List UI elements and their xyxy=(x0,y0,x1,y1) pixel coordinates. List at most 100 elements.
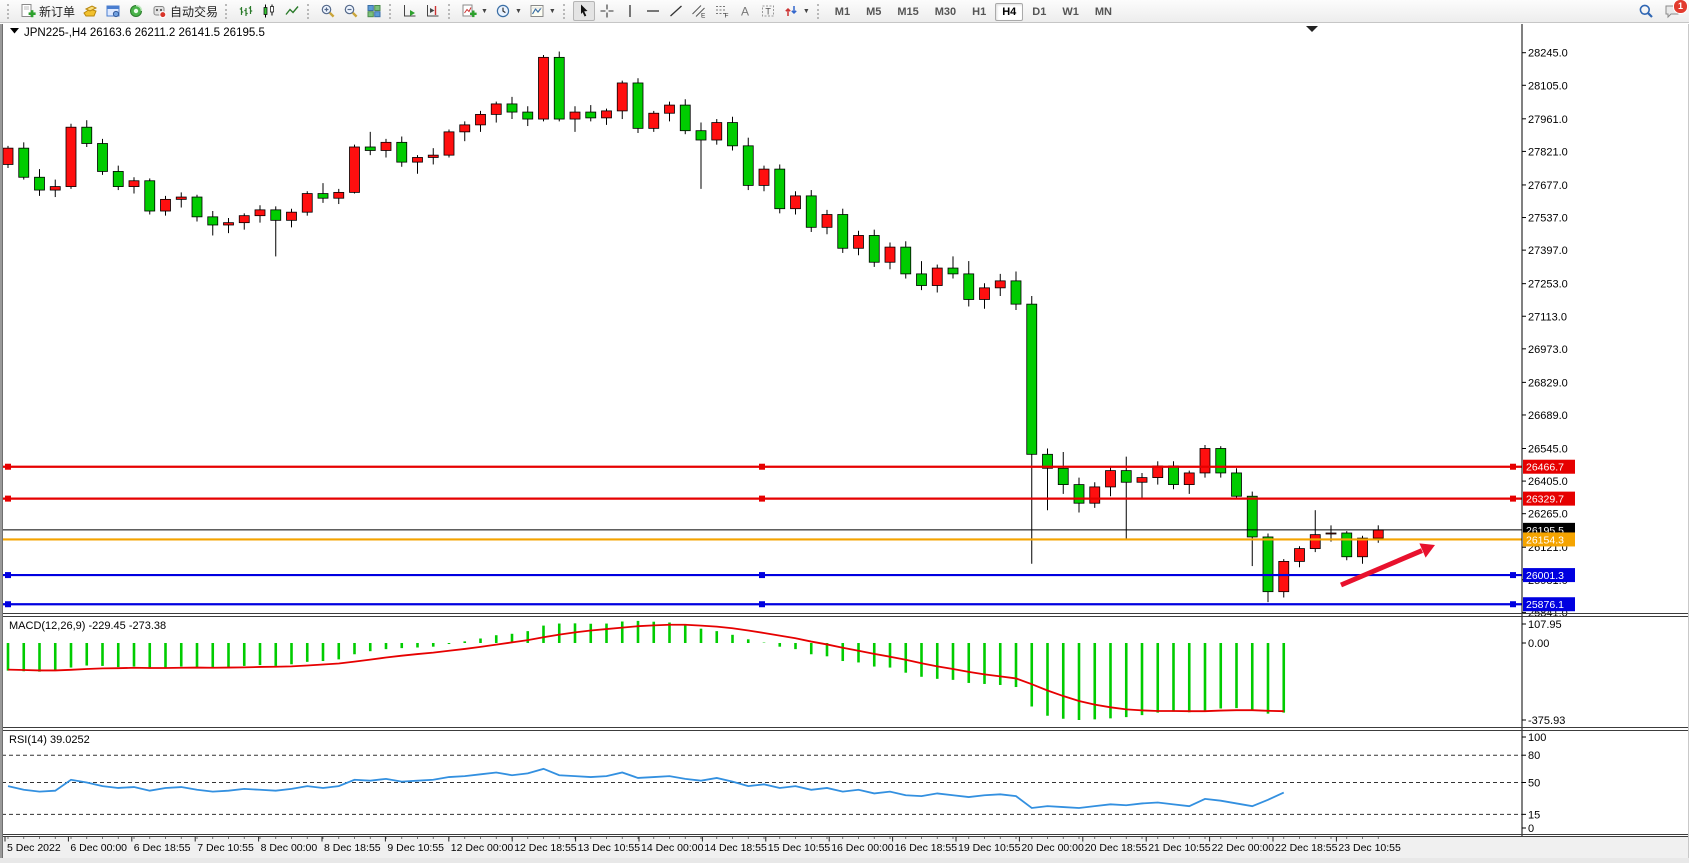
zoom-out-button[interactable] xyxy=(340,1,362,21)
svg-text:F: F xyxy=(724,13,728,20)
tile-windows-icon xyxy=(366,3,382,19)
line-handle[interactable] xyxy=(1510,601,1516,607)
symbol-ohlc-title: JPN225-,H4 26163.6 26211.2 26141.5 26195… xyxy=(24,27,265,39)
data-window-button[interactable] xyxy=(102,1,124,21)
dropdown-caret: ▼ xyxy=(549,8,556,15)
autotrading-button[interactable]: 自动交易 xyxy=(148,1,221,21)
timeframe-button-M15[interactable]: M15 xyxy=(890,3,925,21)
zoom-in-icon xyxy=(320,3,336,19)
candlestick-chart-button[interactable] xyxy=(258,1,280,21)
price-axis-label: 27961.0 xyxy=(1528,114,1568,126)
timeframe-button-M1[interactable]: M1 xyxy=(828,3,857,21)
notification-badge: 1 xyxy=(1673,0,1688,14)
macd-axis-label: 0.00 xyxy=(1528,638,1549,650)
time-axis-label: 6 Dec 00:00 xyxy=(70,842,127,854)
chat-button[interactable]: 1 xyxy=(1661,1,1683,21)
cursor-button[interactable] xyxy=(573,1,595,21)
auto-scroll-icon xyxy=(402,3,418,19)
bar-chart-button[interactable] xyxy=(235,1,257,21)
line-handle[interactable] xyxy=(759,572,765,578)
templates-button[interactable]: ▼ xyxy=(526,1,559,21)
new-order-button[interactable]: 新订单 xyxy=(17,1,78,21)
macd-axis-label: -375.93 xyxy=(1528,715,1565,727)
time-axis-label: 12 Dec 00:00 xyxy=(451,842,514,854)
text-label-button[interactable]: T xyxy=(757,1,779,21)
periods-button[interactable]: ▼ xyxy=(492,1,525,21)
price-axis-label: 27537.0 xyxy=(1528,213,1568,225)
search-icon xyxy=(1638,3,1654,19)
search-button[interactable] xyxy=(1635,1,1657,21)
time-axis-label: 19 Dec 10:55 xyxy=(958,842,1021,854)
timeframe-button-M30[interactable]: M30 xyxy=(928,3,963,21)
line-handle[interactable] xyxy=(1510,572,1516,578)
zoom-in-button[interactable] xyxy=(317,1,339,21)
chart-shift-button[interactable] xyxy=(422,1,444,21)
fibonacci-button[interactable]: F xyxy=(711,1,733,21)
indicators-button[interactable]: ▼ xyxy=(458,1,491,21)
zoom-out-icon xyxy=(343,3,359,19)
rsi-axis-label: 50 xyxy=(1528,778,1540,790)
svg-text:E: E xyxy=(701,13,706,20)
time-axis-label: 13 Dec 10:55 xyxy=(578,842,641,854)
vertical-line-button[interactable] xyxy=(619,1,641,21)
arrows-button[interactable]: ▼ xyxy=(780,1,813,21)
crosshair-button[interactable] xyxy=(596,1,618,21)
horizontal-line-button[interactable] xyxy=(642,1,664,21)
navigator-button[interactable] xyxy=(125,1,147,21)
horizontal-line-icon xyxy=(645,3,661,19)
equidistant-channel-button[interactable]: E xyxy=(688,1,710,21)
arrows-icon xyxy=(783,3,799,19)
line-chart-icon xyxy=(284,3,300,19)
time-axis-label: 23 Dec 10:55 xyxy=(1338,842,1401,854)
mt4-application: 新订单 自动交易 xyxy=(0,0,1689,858)
timeframe-button-D1[interactable]: D1 xyxy=(1025,3,1053,21)
time-axis-label: 8 Dec 00:00 xyxy=(261,842,318,854)
tile-windows-button[interactable] xyxy=(363,1,385,21)
toolbar-right-group: 1 xyxy=(1635,1,1685,21)
navigator-icon xyxy=(128,3,144,19)
line-handle[interactable] xyxy=(5,572,11,578)
new-order-icon xyxy=(20,3,36,19)
line-handle[interactable] xyxy=(759,464,765,470)
time-axis-label: 15 Dec 10:55 xyxy=(768,842,831,854)
timeframe-button-H4[interactable]: H4 xyxy=(995,3,1023,21)
time-axis-label: 20 Dec 18:55 xyxy=(1085,842,1148,854)
timeframe-button-W1[interactable]: W1 xyxy=(1055,3,1086,21)
timeframe-button-H1[interactable]: H1 xyxy=(965,3,993,21)
time-axis-label: 14 Dec 00:00 xyxy=(641,842,704,854)
timeframe-button-MN[interactable]: MN xyxy=(1088,3,1119,21)
line-handle[interactable] xyxy=(1510,464,1516,470)
price-axis-label: 28245.0 xyxy=(1528,48,1568,60)
rsi-axis-label: 100 xyxy=(1528,732,1546,744)
line-handle[interactable] xyxy=(5,464,11,470)
svg-text:T: T xyxy=(765,7,771,17)
line-handle[interactable] xyxy=(759,601,765,607)
candlestick-chart-icon xyxy=(261,3,277,19)
line-handle[interactable] xyxy=(5,496,11,502)
price-badge-label: 26154.3 xyxy=(1526,534,1564,546)
trendline-button[interactable] xyxy=(665,1,687,21)
line-handle[interactable] xyxy=(759,496,765,502)
auto-scroll-button[interactable] xyxy=(399,1,421,21)
time-axis-label: 6 Dec 18:55 xyxy=(134,842,191,854)
line-handle[interactable] xyxy=(1510,496,1516,502)
line-chart-button[interactable] xyxy=(281,1,303,21)
chart-canvas[interactable]: 28245.028105.027961.027821.027677.027537… xyxy=(2,24,1689,858)
rsi-label: RSI(14) 39.0252 xyxy=(9,734,90,746)
new-order-label: 新订单 xyxy=(39,3,75,20)
time-axis-label: 22 Dec 18:55 xyxy=(1275,842,1338,854)
line-handle[interactable] xyxy=(5,601,11,607)
trendline-icon xyxy=(668,3,684,19)
toolbar: 新订单 自动交易 xyxy=(0,0,1689,23)
time-axis[interactable]: 5 Dec 20226 Dec 00:006 Dec 18:557 Dec 10… xyxy=(2,837,1689,858)
time-axis-label: 20 Dec 00:00 xyxy=(1021,842,1084,854)
toolbar-grip xyxy=(225,4,231,19)
vertical-line-icon xyxy=(622,3,638,19)
market-watch-button[interactable] xyxy=(79,1,101,21)
timeframe-button-M5[interactable]: M5 xyxy=(859,3,888,21)
time-axis-label: 9 Dec 10:55 xyxy=(387,842,444,854)
svg-text:A: A xyxy=(741,5,749,19)
price-badge-label: 26466.7 xyxy=(1526,462,1564,474)
text-button[interactable]: A xyxy=(734,1,756,21)
market-watch-icon xyxy=(82,3,98,19)
